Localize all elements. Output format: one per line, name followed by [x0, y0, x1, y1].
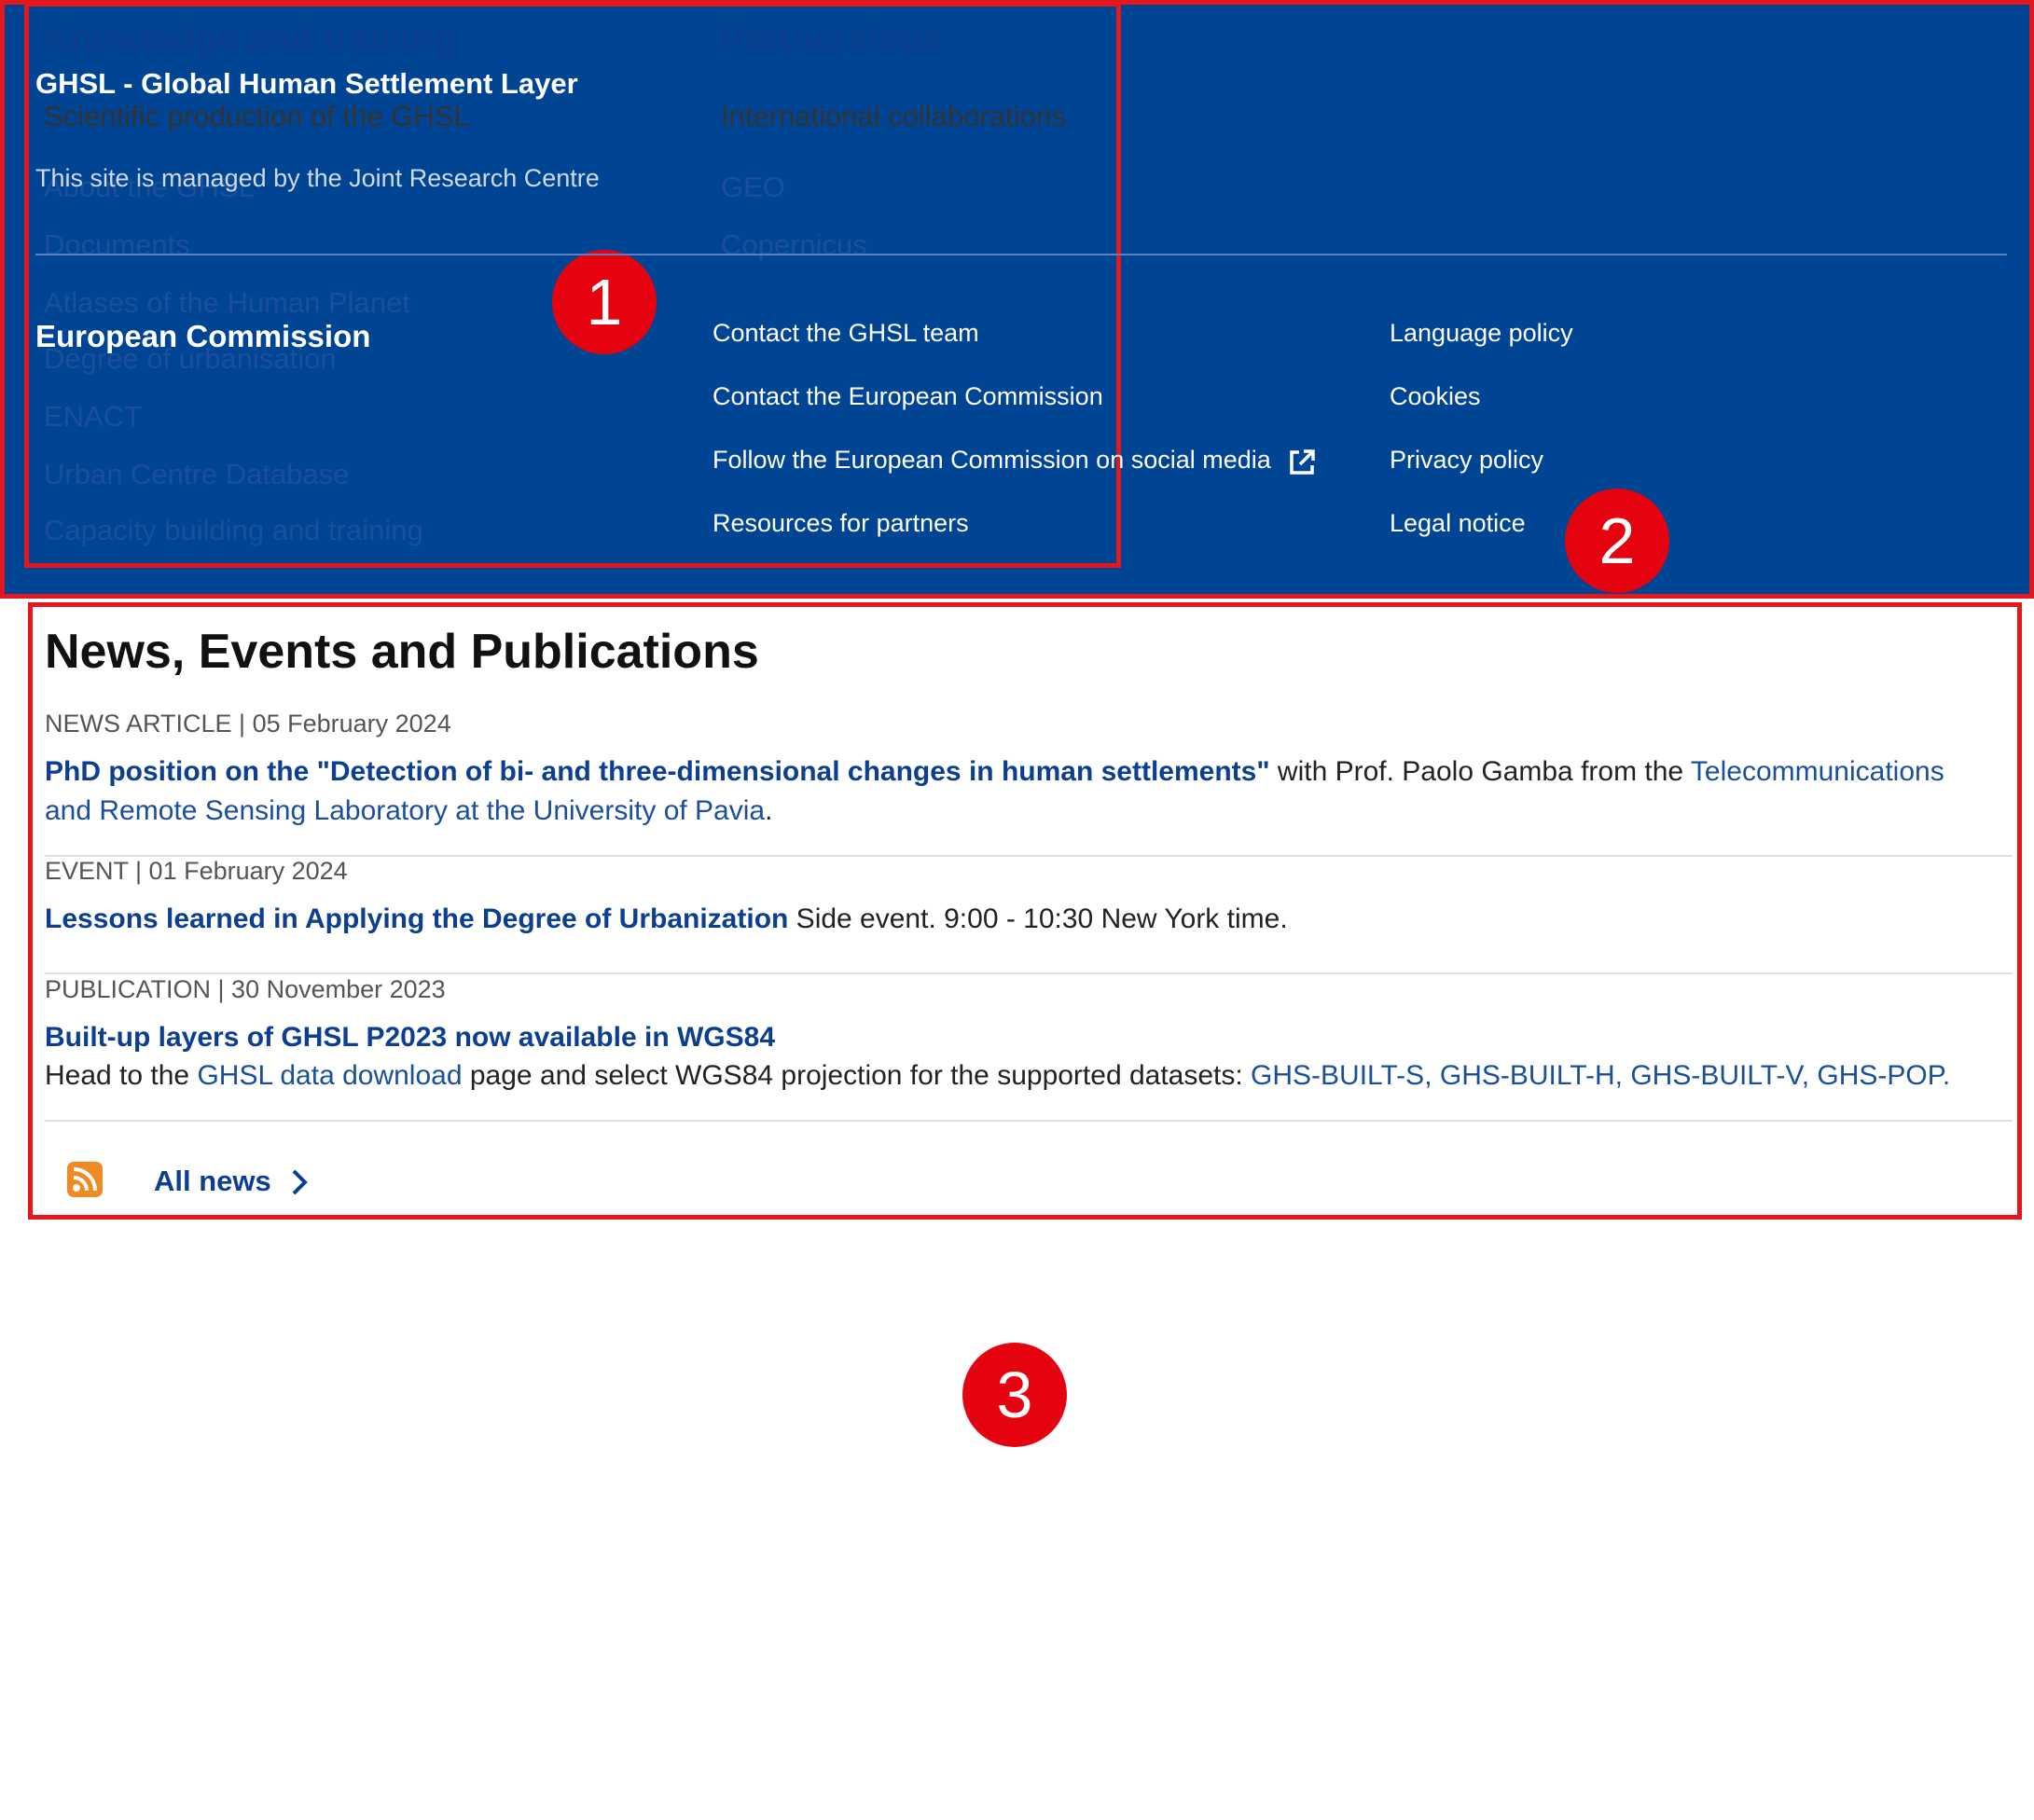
news-item-3-text-a: Head to the — [45, 1060, 198, 1091]
footer-contact-ec[interactable]: Contact the European Commission — [713, 382, 1103, 411]
news-item-1-link[interactable]: Telecommunications — [1691, 756, 1944, 787]
callout-badge-1: 1 — [552, 250, 657, 354]
footer-follow-ec-social[interactable]: Follow the European Commission on social… — [713, 446, 1271, 475]
link-capacity-building[interactable]: Capacity building and training — [44, 514, 423, 547]
chevron-right-icon[interactable] — [290, 1168, 311, 1196]
knowledge-subtitle: Scientific production of the GHSL — [44, 100, 470, 132]
ghs-built-v-link[interactable]: GHS-BUILT-V — [1630, 1060, 1801, 1091]
footer-privacy-policy[interactable]: Privacy policy — [1390, 446, 1543, 475]
news-item-2-line: Lessons learned in Applying the Degree o… — [45, 903, 1288, 935]
all-news-link[interactable]: All news — [154, 1165, 271, 1198]
link-geo[interactable]: GEO — [721, 171, 785, 204]
partnerships-title: Partnerships — [721, 20, 944, 60]
news-heading: News, Events and Publications — [45, 625, 759, 679]
rss-icon[interactable] — [66, 1161, 104, 1198]
period-end: . — [1942, 1060, 1951, 1091]
footer-site-title: GHSL - Global Human Settlement Layer — [35, 67, 578, 100]
footer-european-commission: European Commission — [35, 319, 371, 353]
news-section: News, Events and Publications NEWS ARTIC… — [28, 602, 2022, 1220]
news-item-2-title[interactable]: Lessons learned in Applying the Degree o… — [45, 903, 788, 934]
news-meta-3: PUBLICATION | 30 November 2023 — [45, 975, 446, 1003]
external-link-icon — [1290, 449, 1315, 475]
footer-legal-notice[interactable]: Legal notice — [1390, 509, 1526, 538]
footer-separator — [35, 254, 2007, 255]
comma-2: , — [1614, 1060, 1631, 1091]
ghs-pop-link[interactable]: GHS-POP — [1817, 1060, 1943, 1091]
comma-1: , — [1424, 1060, 1440, 1091]
news-item-3-text-b: page and select WGS84 projection for the… — [462, 1060, 1252, 1091]
ghs-built-s-link[interactable]: GHS-BUILT-S — [1251, 1060, 1424, 1091]
news-item-1-line1: PhD position on the "Detection of bi- an… — [45, 756, 1944, 788]
callout-badge-3: 3 — [962, 1343, 1067, 1447]
news-item-1-period: . — [765, 795, 773, 826]
ghs-built-h-link[interactable]: GHS-BUILT-H — [1440, 1060, 1615, 1091]
news-item-3-title-line: Built-up layers of GHSL P2023 now availa… — [45, 1022, 775, 1054]
news-meta-1: NEWS ARTICLE | 05 February 2024 — [45, 710, 451, 738]
news-item-3-title[interactable]: Built-up layers of GHSL P2023 now availa… — [45, 1022, 775, 1053]
footer-resources-partners[interactable]: Resources for partners — [713, 509, 969, 538]
footer-contact-ghsl[interactable]: Contact the GHSL team — [713, 319, 979, 348]
link-urban-centre-database[interactable]: Urban Centre Database — [44, 458, 349, 491]
knowledge-title: Knowledge and training — [44, 20, 457, 60]
news-item-1-link-cont[interactable]: and Remote Sensing Laboratory at the Uni… — [45, 795, 765, 826]
footer-managed-by: This site is managed by the Joint Resear… — [35, 164, 600, 192]
callout-badge-2: 2 — [1565, 489, 1669, 593]
news-item-1-text: with Prof. Paolo Gamba from the — [1269, 756, 1691, 787]
news-separator-2 — [45, 972, 2013, 974]
news-item-3-line2: Head to the GHSL data download page and … — [45, 1060, 1950, 1092]
link-copernicus[interactable]: Copernicus — [721, 228, 867, 262]
partnerships-subtitle: International collaborations — [721, 100, 1067, 132]
footer-language-policy[interactable]: Language policy — [1390, 319, 1573, 348]
ghsl-data-download-link[interactable]: GHSL data download — [197, 1060, 462, 1091]
link-atlases[interactable]: Atlases of the Human Planet — [44, 286, 410, 320]
link-enact[interactable]: ENACT — [44, 400, 142, 434]
link-documents[interactable]: Documents — [44, 228, 190, 262]
news-item-1-line2: and Remote Sensing Laboratory at the Uni… — [45, 795, 772, 827]
news-separator-3 — [45, 1120, 2013, 1122]
news-item-2-text: Side event. 9:00 - 10:30 New York time. — [788, 903, 1288, 934]
news-meta-2: EVENT | 01 February 2024 — [45, 857, 348, 885]
comma-3: , — [1801, 1060, 1818, 1091]
footer-cookies[interactable]: Cookies — [1390, 382, 1481, 411]
news-item-1-title[interactable]: PhD position on the "Detection of bi- an… — [45, 756, 1270, 787]
